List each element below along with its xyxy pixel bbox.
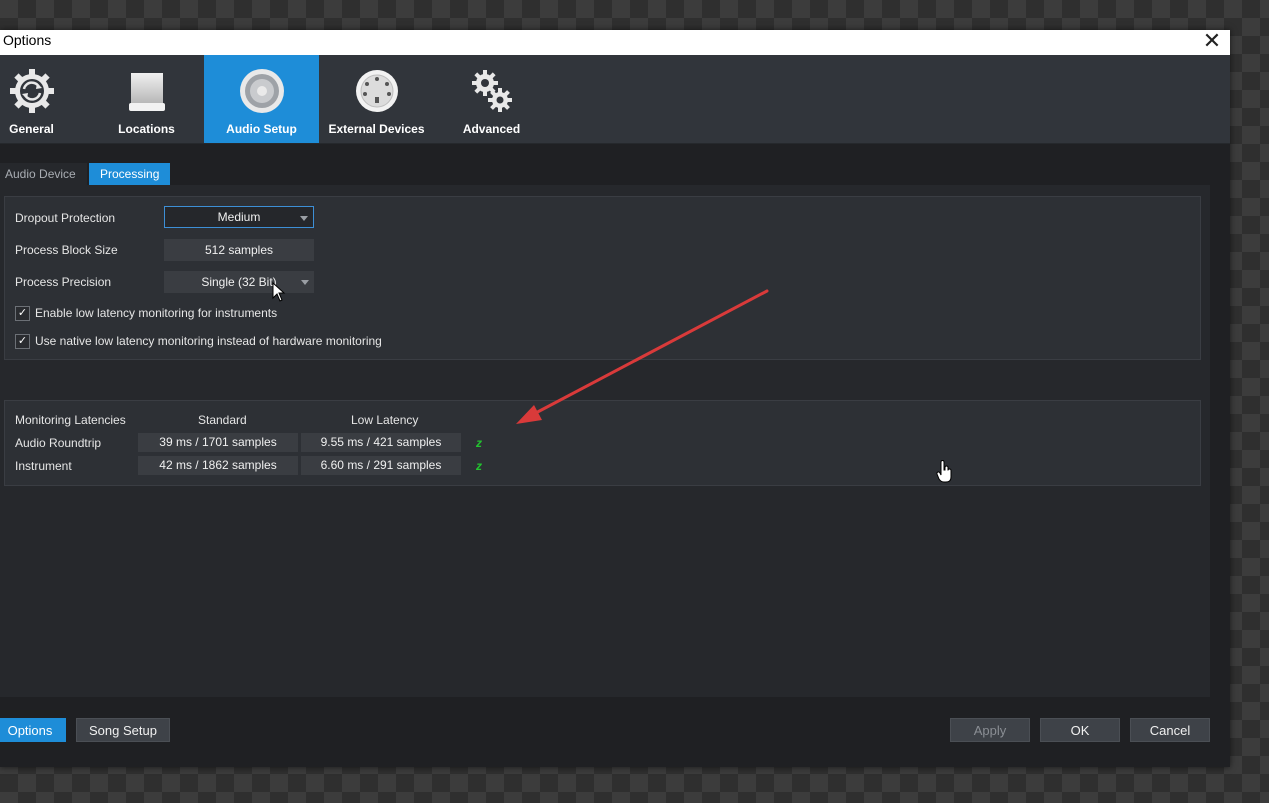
mouse-pointer-icon [272, 282, 286, 302]
annotation-arrow-icon [516, 289, 769, 424]
hand-pointer-icon [936, 460, 952, 483]
